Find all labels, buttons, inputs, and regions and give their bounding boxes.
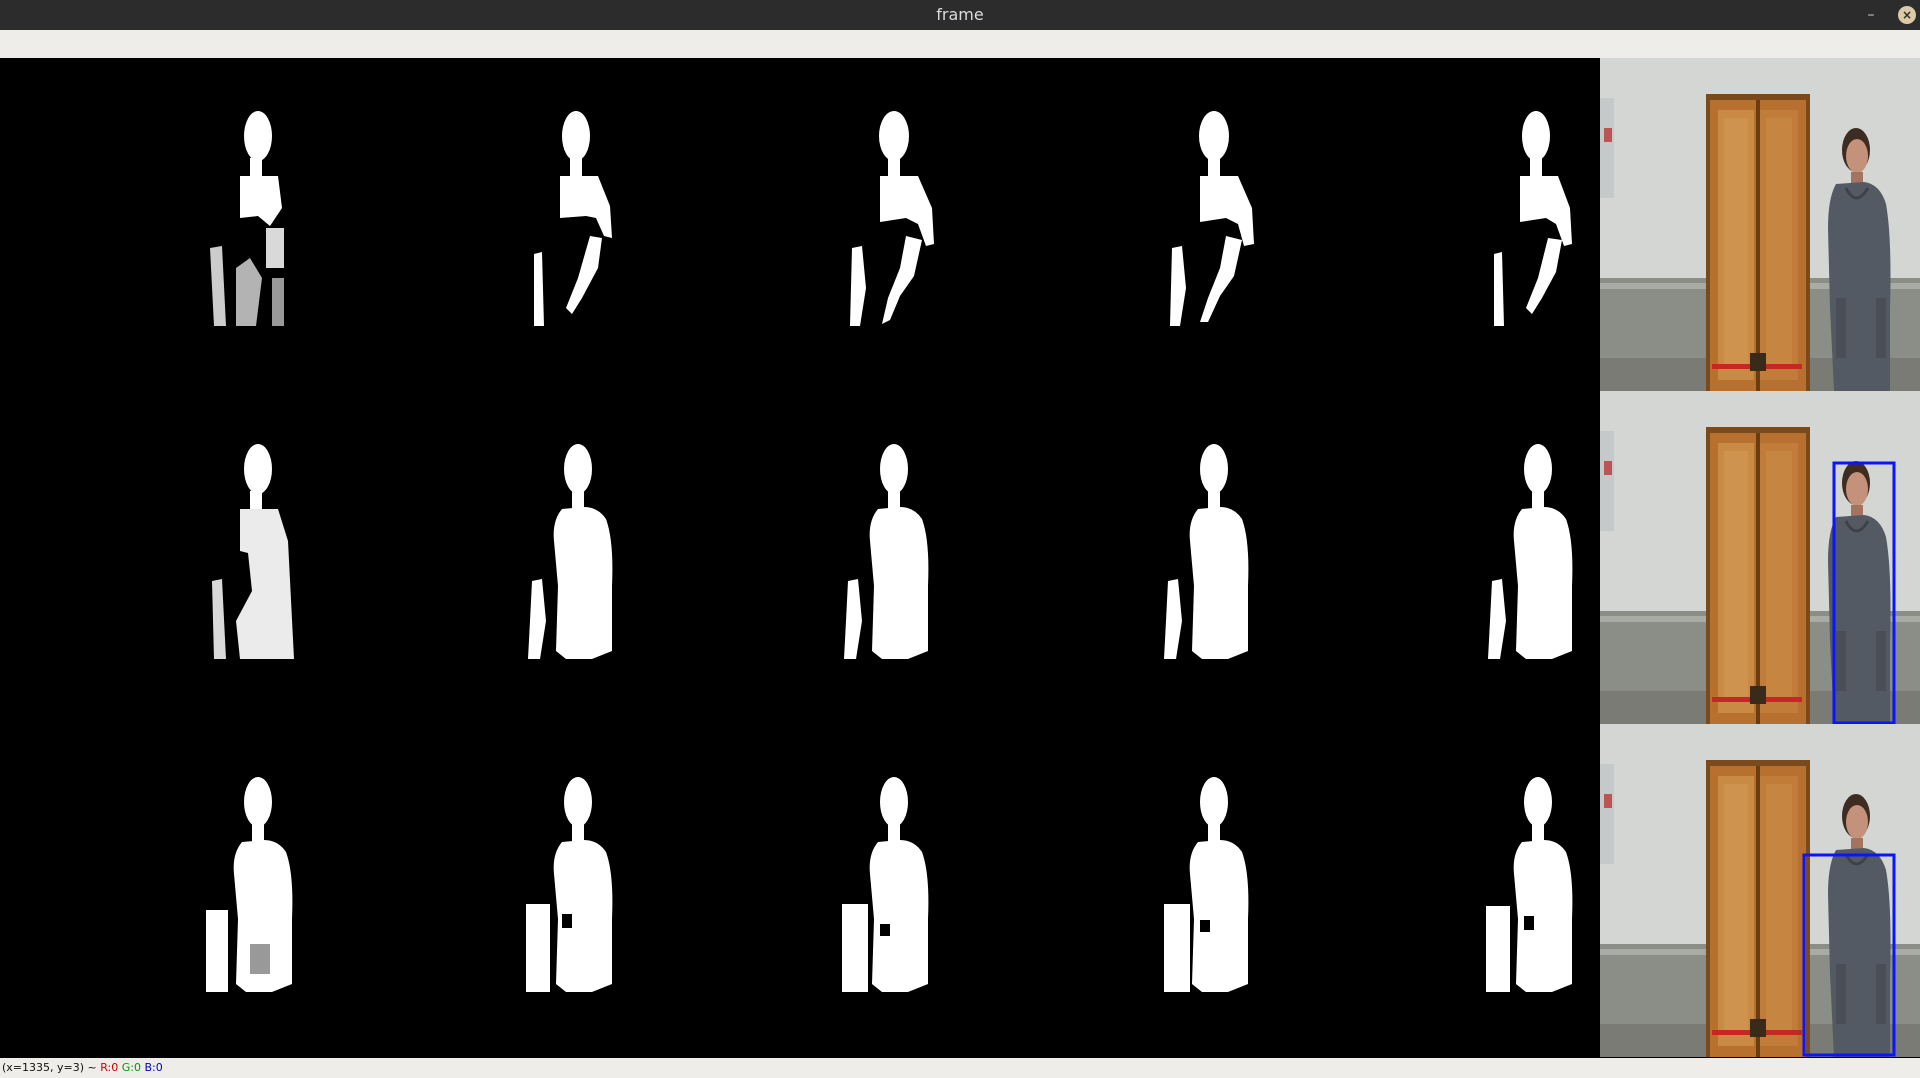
- close-button[interactable]: ×: [1898, 6, 1916, 24]
- mask-cell: [1488, 444, 1573, 659]
- mask-cell: [212, 444, 294, 659]
- mask-row-3: [206, 777, 1573, 992]
- pixel-r-value: R:0: [100, 1061, 119, 1074]
- mask-cell: [534, 111, 612, 326]
- mask-cell: [850, 111, 934, 326]
- mask-cell: [528, 444, 613, 659]
- status-bar: (x=1335, y=3) ~ R:0 G:0 B:0: [0, 1058, 1920, 1078]
- frame-image: [206, 58, 1920, 1058]
- image-canvas[interactable]: [0, 58, 1920, 1058]
- cursor-coords: (x=1335, y=3) ~: [2, 1061, 97, 1074]
- mask-cell: [844, 444, 929, 659]
- mask-cell: [210, 111, 284, 326]
- camera-column: [1598, 58, 1920, 1058]
- toolbar: [0, 30, 1920, 59]
- mask-cell: [1486, 777, 1573, 992]
- camera-frame-1: [1598, 58, 1920, 393]
- title-bar: frame – ×: [0, 0, 1920, 30]
- mask-cell: [842, 777, 929, 992]
- pixel-g-value: G:0: [121, 1061, 141, 1074]
- mask-row-2: [212, 444, 1573, 659]
- pixel-b-value: B:0: [144, 1061, 163, 1074]
- mask-cell: [206, 777, 293, 992]
- mask-cell: [1170, 111, 1254, 326]
- mask-cell: [1164, 777, 1249, 992]
- camera-frame-2: [1598, 389, 1920, 726]
- mask-cell: [1494, 111, 1572, 326]
- mask-cell: [526, 777, 613, 992]
- mask-row-1: [210, 111, 1572, 326]
- camera-frame-3: [1598, 722, 1920, 1058]
- mask-cell: [1164, 444, 1249, 659]
- minimize-button[interactable]: –: [1860, 4, 1882, 26]
- window-title: frame: [936, 5, 984, 24]
